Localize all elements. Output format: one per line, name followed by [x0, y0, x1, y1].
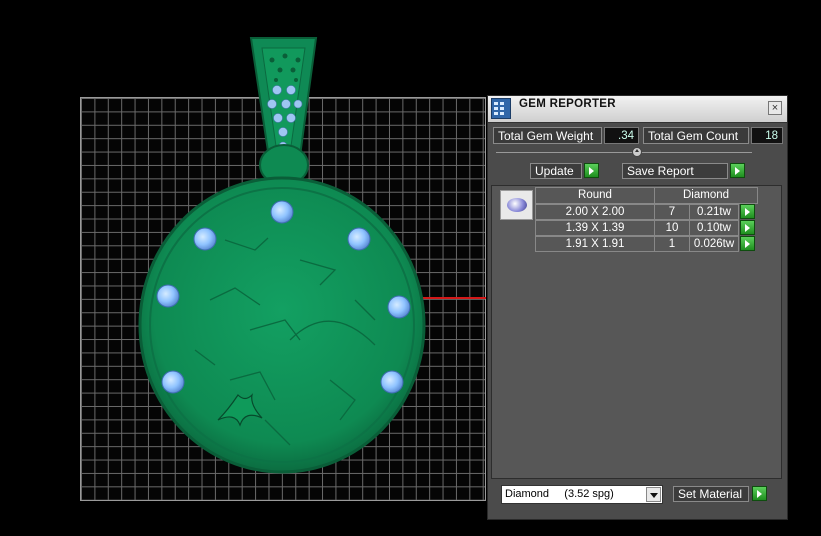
gem-size: 1.39 X 1.39 — [535, 220, 655, 236]
gem-weight: 0.10tw — [689, 220, 739, 236]
gem-weight: 0.21tw — [689, 204, 739, 220]
gem-reporter-app-icon — [491, 98, 511, 119]
total-gem-weight-value: .34 — [604, 127, 639, 144]
total-gem-count-label: Total Gem Count — [643, 127, 749, 144]
save-report-button[interactable]: Save Report — [622, 163, 728, 179]
set-material-button[interactable]: Set Material — [673, 486, 749, 502]
update-go-arrow-icon[interactable] — [584, 163, 599, 178]
gem-count: 1 — [654, 236, 690, 252]
material-select-value: Diamond (3.52 spg) — [505, 488, 614, 500]
gem-reporter-panel: GEM REPORTER × Total Gem Weight .34 Tota… — [487, 95, 788, 520]
slider-handle[interactable] — [632, 147, 642, 157]
gem-size: 1.91 X 1.91 — [535, 236, 655, 252]
row-go-arrow-icon[interactable] — [740, 204, 755, 219]
report-area: Round Diamond 2.00 X 2.00 7 0.21tw 1.39 … — [491, 185, 782, 479]
shape-header: Round — [535, 187, 655, 204]
total-gem-weight-label: Total Gem Weight — [493, 127, 602, 144]
row-go-arrow-icon[interactable] — [740, 220, 755, 235]
gem-weight: 0.026tw — [689, 236, 739, 252]
panel-title: GEM REPORTER — [519, 98, 616, 110]
total-gem-count-value: 18 — [751, 127, 783, 144]
slider-track — [496, 152, 752, 153]
set-material-go-arrow-icon[interactable] — [752, 486, 767, 501]
save-report-go-arrow-icon[interactable] — [730, 163, 745, 178]
material-select[interactable]: Diamond (3.52 spg) — [501, 485, 663, 504]
material-header: Diamond — [654, 187, 758, 204]
close-icon[interactable]: × — [768, 101, 782, 115]
update-button[interactable]: Update — [530, 163, 582, 179]
gem-size: 2.00 X 2.00 — [535, 204, 655, 220]
panel-titlebar[interactable]: GEM REPORTER × — [488, 96, 787, 123]
row-go-arrow-icon[interactable] — [740, 236, 755, 251]
gem-thumbnail-icon[interactable] — [500, 190, 533, 220]
gem-count: 10 — [654, 220, 690, 236]
dropdown-arrow-icon[interactable] — [646, 487, 661, 502]
gem-count: 7 — [654, 204, 690, 220]
